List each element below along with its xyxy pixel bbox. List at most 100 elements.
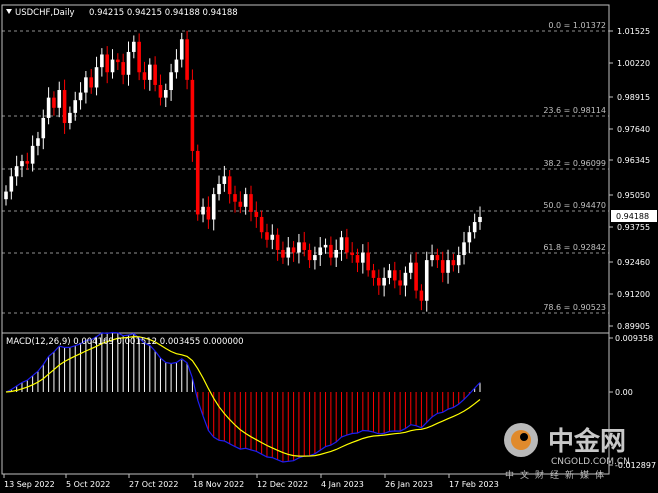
- candle-bullish[interactable]: [270, 234, 275, 240]
- candle-bearish[interactable]: [195, 150, 200, 215]
- price-tick: 0.96345: [617, 156, 650, 165]
- candle-bearish[interactable]: [105, 54, 109, 73]
- candle-bearish[interactable]: [254, 211, 259, 217]
- candle-bullish[interactable]: [4, 191, 8, 200]
- candle-bullish[interactable]: [41, 117, 46, 139]
- candle-bearish[interactable]: [238, 201, 243, 207]
- candle-bullish[interactable]: [84, 77, 88, 93]
- candle-bearish[interactable]: [25, 161, 30, 164]
- candle-bullish[interactable]: [297, 242, 301, 253]
- candle-bearish[interactable]: [350, 252, 354, 256]
- candle-bearish[interactable]: [355, 255, 360, 263]
- price-tick: 0.95050: [617, 191, 650, 200]
- candle-bullish[interactable]: [222, 176, 227, 184]
- candle-bearish[interactable]: [233, 194, 237, 202]
- candle-bullish[interactable]: [201, 206, 205, 215]
- candle-bullish[interactable]: [169, 72, 173, 91]
- candle-bearish[interactable]: [366, 252, 370, 271]
- candle-bearish[interactable]: [451, 260, 456, 266]
- candle-bullish[interactable]: [382, 277, 386, 286]
- candle-bullish[interactable]: [243, 194, 248, 207]
- candle-bearish[interactable]: [190, 79, 195, 151]
- candle-bullish[interactable]: [179, 39, 184, 60]
- candle-bearish[interactable]: [345, 237, 349, 253]
- candle-bullish[interactable]: [126, 51, 131, 75]
- price-tick: 0.93755: [617, 223, 650, 232]
- candle-bullish[interactable]: [446, 260, 450, 273]
- time-tick: 12 Dec 2022: [257, 480, 308, 489]
- candle-bearish[interactable]: [377, 277, 381, 286]
- candle-bullish[interactable]: [387, 270, 392, 278]
- price-tick: 0.92460: [617, 258, 650, 267]
- candle-bullish[interactable]: [462, 242, 466, 256]
- candle-bearish[interactable]: [329, 244, 333, 258]
- candle-bearish[interactable]: [371, 270, 376, 278]
- candle-bearish[interactable]: [265, 232, 269, 240]
- candle-bullish[interactable]: [9, 176, 14, 192]
- candle-bullish[interactable]: [323, 244, 328, 248]
- candle-bearish[interactable]: [435, 255, 440, 261]
- candle-bullish[interactable]: [57, 90, 62, 108]
- candle-bearish[interactable]: [419, 290, 424, 301]
- candle-bearish[interactable]: [281, 249, 285, 258]
- candle-bearish[interactable]: [62, 90, 67, 124]
- trading-chart[interactable]: 中金网 CNGOLD.COM.CN 中文财经新媒体 0.0 = 1.01372 …: [0, 0, 658, 493]
- candle-bearish[interactable]: [392, 270, 397, 281]
- candle-bearish[interactable]: [440, 260, 445, 273]
- time-tick: 17 Feb 2023: [449, 480, 499, 489]
- candle-bearish[interactable]: [116, 59, 120, 63]
- candle-bullish[interactable]: [472, 222, 477, 233]
- candle-bullish[interactable]: [30, 145, 35, 164]
- candle-bullish[interactable]: [313, 255, 317, 261]
- candle-bullish[interactable]: [147, 64, 152, 80]
- candle-bullish[interactable]: [211, 194, 216, 220]
- candle-bullish[interactable]: [100, 54, 104, 68]
- candle-bullish[interactable]: [318, 247, 323, 256]
- candle-bullish[interactable]: [36, 138, 40, 146]
- candle-bullish[interactable]: [78, 92, 83, 101]
- candle-bullish[interactable]: [456, 255, 461, 266]
- candle-bullish[interactable]: [14, 166, 19, 177]
- candle-bullish[interactable]: [339, 237, 344, 250]
- candle-bearish[interactable]: [275, 234, 280, 250]
- symbol-label: USDCHF,Daily: [15, 8, 75, 18]
- candle-bullish[interactable]: [430, 255, 434, 261]
- candle-bullish[interactable]: [217, 183, 221, 195]
- candle-bearish[interactable]: [206, 206, 211, 220]
- candle-bullish[interactable]: [46, 97, 51, 118]
- candle-bullish[interactable]: [361, 252, 365, 263]
- candle-bullish[interactable]: [94, 67, 99, 88]
- candle-bearish[interactable]: [307, 249, 312, 261]
- candle-bullish[interactable]: [73, 100, 78, 113]
- candle-bullish[interactable]: [408, 262, 413, 273]
- candle-bearish[interactable]: [414, 262, 418, 291]
- candle-bearish[interactable]: [185, 39, 189, 80]
- candle-bullish[interactable]: [174, 59, 179, 73]
- candle-bullish[interactable]: [478, 216, 482, 223]
- candle-bullish[interactable]: [334, 249, 339, 258]
- candle-bearish[interactable]: [249, 194, 253, 212]
- candle-bullish[interactable]: [403, 272, 408, 286]
- candle-bearish[interactable]: [302, 242, 307, 250]
- candle-bearish[interactable]: [398, 280, 402, 286]
- candle-bullish[interactable]: [132, 41, 136, 52]
- candle-bullish[interactable]: [467, 232, 472, 243]
- macd-tick: -0.012897: [615, 461, 656, 470]
- candle-bullish[interactable]: [20, 161, 24, 167]
- candle-bullish[interactable]: [110, 59, 115, 73]
- candle-bullish[interactable]: [424, 260, 429, 301]
- candle-bearish[interactable]: [291, 247, 296, 253]
- candle-bullish[interactable]: [286, 247, 291, 258]
- candle-bullish[interactable]: [163, 90, 168, 98]
- candle-bearish[interactable]: [227, 176, 232, 195]
- candle-bearish[interactable]: [259, 216, 264, 233]
- candle-bearish[interactable]: [153, 64, 157, 85]
- candle-bearish[interactable]: [158, 84, 163, 98]
- candle-bearish[interactable]: [121, 62, 125, 75]
- candle-bullish[interactable]: [68, 112, 72, 124]
- candle-bearish[interactable]: [137, 41, 141, 73]
- candle-bearish[interactable]: [89, 77, 94, 88]
- candle-bearish[interactable]: [142, 72, 147, 80]
- watermark-slogan: 中文财经新媒体: [505, 469, 610, 481]
- candle-bearish[interactable]: [52, 97, 56, 108]
